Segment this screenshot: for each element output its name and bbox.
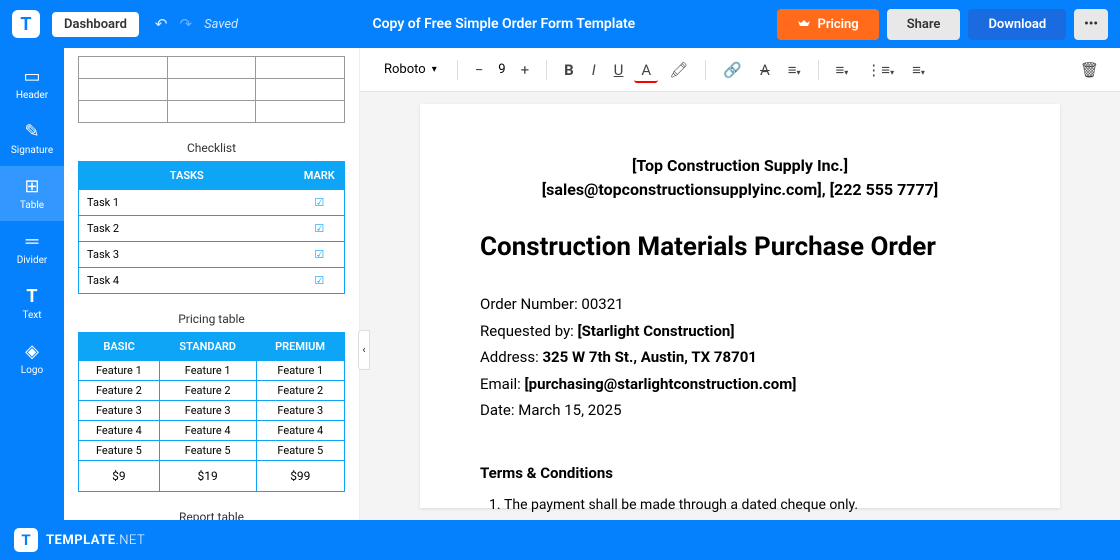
requested-by[interactable]: Requested by: [Starlight Construction]	[480, 319, 1000, 345]
sidebar-item-header[interactable]: ▭Header	[0, 56, 64, 111]
left-panel: Checklist TASKSMARK Task 1☑ Task 2☑ Task…	[64, 48, 360, 520]
checkbox-icon: ☑	[295, 242, 345, 268]
download-button[interactable]: Download	[968, 9, 1066, 40]
header-icon: ▭	[0, 66, 64, 87]
sidebar-item-signature[interactable]: ✎Signature	[0, 111, 64, 166]
topbar: T Dashboard ↶ ↷ Saved Copy of Free Simpl…	[0, 0, 1120, 48]
checkbox-icon: ☑	[295, 190, 345, 216]
app-logo[interactable]: T	[12, 10, 40, 38]
company-block[interactable]: [Top Construction Supply Inc.] [sales@to…	[480, 154, 1000, 202]
address[interactable]: Address: 325 W 7th St., Austin, TX 78701	[480, 345, 1000, 371]
footer-logo[interactable]: T	[14, 528, 38, 552]
terms-heading[interactable]: Terms & Conditions	[480, 464, 1000, 482]
italic-button[interactable]: I	[585, 56, 603, 84]
clear-format-button[interactable]: A	[753, 56, 777, 84]
collapse-panel-button[interactable]: ‹	[358, 330, 370, 370]
sidebar-item-logo[interactable]: ◈Logo	[0, 331, 64, 386]
editor: Roboto▾ − 9 + B I U A 🖍 🔗 A ≡▾ ≡▾ ⋮≡▾ ≡▾…	[360, 48, 1120, 520]
font-decrease-button[interactable]: −	[468, 56, 491, 84]
toolbar: Roboto▾ − 9 + B I U A 🖍 🔗 A ≡▾ ≡▾ ⋮≡▾ ≡▾…	[360, 48, 1120, 92]
save-status: Saved	[204, 17, 238, 32]
date[interactable]: Date: March 15, 2025	[480, 398, 1000, 424]
undo-button[interactable]: ↶	[149, 11, 174, 37]
align-button[interactable]: ≡▾	[781, 56, 808, 84]
spacing-button[interactable]: ≡▾	[905, 56, 932, 84]
document-page[interactable]: [Top Construction Supply Inc.] [sales@to…	[420, 104, 1060, 508]
checkbox-icon: ☑	[295, 268, 345, 294]
checkbox-icon: ☑	[295, 216, 345, 242]
crown-icon	[797, 18, 811, 30]
redo-button[interactable]: ↷	[174, 11, 199, 37]
checklist-preview[interactable]: TASKSMARK Task 1☑ Task 2☑ Task 3☑ Task 4…	[78, 161, 345, 294]
pricing-label: Pricing table	[78, 312, 345, 326]
doc-title[interactable]: Copy of Free Simple Order Form Template	[238, 16, 769, 32]
share-button[interactable]: Share	[887, 9, 961, 40]
sidebar-item-table[interactable]: ⊞Table	[0, 166, 64, 221]
pricing-preview[interactable]: BASICSTANDARDPREMIUM Feature 1Feature 1F…	[78, 332, 345, 492]
font-selector[interactable]: Roboto▾	[374, 58, 447, 81]
text-icon: T	[0, 286, 64, 307]
bullet-list-button[interactable]: ⋮≡▾	[859, 56, 901, 84]
terms-list[interactable]: The payment shall be made through a date…	[504, 494, 1000, 521]
report-label: Report table	[78, 510, 345, 520]
canvas[interactable]: [Top Construction Supply Inc.] [sales@to…	[360, 92, 1120, 520]
bold-button[interactable]: B	[557, 56, 581, 84]
numbered-list-button[interactable]: ≡▾	[829, 56, 856, 84]
dashboard-link[interactable]: Dashboard	[52, 12, 139, 37]
sidebar-item-text[interactable]: TText	[0, 276, 64, 331]
pricing-button[interactable]: Pricing	[777, 9, 878, 40]
sidebar-item-divider[interactable]: ═Divider	[0, 221, 64, 276]
link-button[interactable]: 🔗	[716, 56, 749, 84]
footer: T TEMPLATE.NET	[0, 520, 1120, 560]
underline-button[interactable]: U	[607, 56, 631, 84]
footer-brand[interactable]: TEMPLATE.NET	[46, 533, 145, 548]
order-number[interactable]: Order Number: 00321	[480, 292, 1000, 318]
font-increase-button[interactable]: +	[514, 56, 537, 84]
table-preview-blank[interactable]	[78, 56, 345, 123]
page-heading[interactable]: Construction Materials Purchase Order	[480, 232, 1000, 262]
highlight-button[interactable]: 🖍	[662, 56, 695, 84]
chevron-down-icon: ▾	[432, 64, 437, 75]
table-icon: ⊞	[0, 176, 64, 197]
logo-icon: ◈	[0, 341, 64, 362]
delete-button[interactable]: 🗑	[1073, 56, 1106, 84]
signature-icon: ✎	[0, 121, 64, 142]
more-button[interactable]: •••	[1074, 9, 1108, 40]
text-color-button[interactable]: A	[634, 56, 658, 83]
sidebar: ▭Header ✎Signature ⊞Table ═Divider TText…	[0, 48, 64, 520]
font-size[interactable]: 9	[494, 62, 509, 77]
divider-icon: ═	[0, 231, 64, 252]
checklist-label: Checklist	[78, 141, 345, 155]
email[interactable]: Email: [purchasing@starlightconstruction…	[480, 372, 1000, 398]
